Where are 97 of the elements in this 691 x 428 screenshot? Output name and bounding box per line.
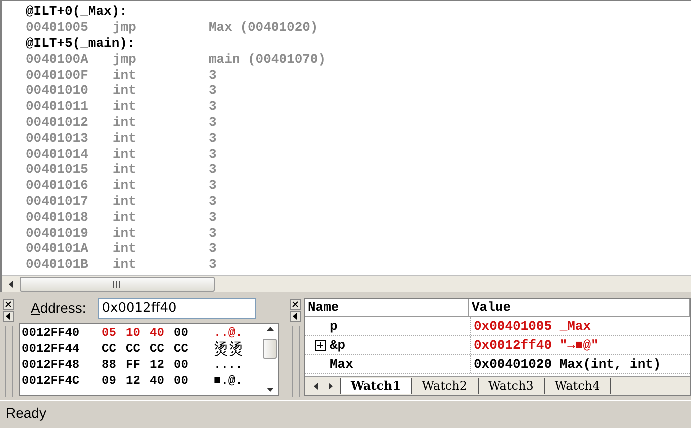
expand-icon[interactable] — [315, 340, 326, 350]
instruction-mnemonic: int — [113, 226, 138, 241]
instruction-mnemonic: jmp — [113, 52, 138, 67]
watch-tab[interactable]: Watch1 — [340, 378, 412, 394]
instruction-mnemonic: int — [113, 194, 138, 209]
memory-ascii: ..@. — [214, 326, 243, 340]
memory-address: 0012FF40 — [22, 326, 81, 340]
instruction-address: 0040101A — [26, 241, 90, 256]
instruction-address: 00401012 — [26, 114, 90, 130]
memory-ascii: ■.@. — [214, 374, 243, 388]
panel-grip[interactable] — [292, 326, 300, 397]
memory-byte: CC — [150, 342, 166, 356]
instruction-address: 0040100A — [26, 52, 90, 67]
instruction-address: 00401015 — [26, 162, 90, 178]
instruction-mnemonic: int — [113, 130, 138, 146]
watch-name: Max — [330, 356, 354, 372]
memory-ascii: 烫烫 — [214, 340, 244, 358]
instruction-address: 00401010 — [26, 83, 90, 98]
instruction-operand: 3 — [209, 83, 218, 98]
memory-byte: CC — [102, 342, 118, 356]
memory-byte: FF — [126, 358, 142, 372]
collapse-icon[interactable] — [3, 311, 14, 322]
instruction-address: 00401017 — [26, 194, 90, 209]
address-field[interactable]: 0x0012ff40 — [98, 298, 256, 318]
instruction-address: 00401013 — [26, 130, 90, 146]
instruction-mnemonic: int — [113, 162, 138, 178]
instruction-operand: 3 — [209, 210, 218, 225]
instruction-operand: 3 — [209, 162, 218, 178]
instruction-address: 00401011 — [26, 99, 90, 114]
memory-ascii: .... — [214, 358, 243, 372]
memory-byte: 40 — [150, 326, 166, 340]
instruction-address: 0040101B — [26, 257, 90, 272]
column-header[interactable]: Name — [305, 299, 469, 316]
memory-byte: 00 — [174, 326, 190, 340]
scrollbar-thumb[interactable] — [263, 339, 277, 359]
scroll-up-icon[interactable] — [266, 326, 274, 333]
memory-address: 0012FF48 — [22, 358, 81, 372]
instruction-operand: main (00401070) — [209, 52, 328, 67]
watch-value: 0x0012ff40 "→■@" — [474, 338, 599, 352]
instruction-mnemonic: jmp — [113, 20, 138, 36]
tab-right-icon[interactable] — [326, 382, 334, 390]
watch-name: &p — [330, 338, 346, 352]
instruction-operand: 3 — [209, 257, 218, 272]
memory-byte: 12 — [150, 358, 166, 372]
instruction-operand: 3 — [209, 146, 218, 162]
memory-byte: 10 — [126, 326, 142, 340]
instruction-operand: 3 — [209, 68, 218, 83]
function-label: @ILT+5(_main): — [26, 36, 136, 51]
watch-value: 0x00401020 Max(int, int) — [474, 356, 662, 372]
panel-grip[interactable] — [4, 326, 12, 397]
scroll-down-icon[interactable] — [266, 386, 274, 393]
close-icon[interactable] — [290, 299, 301, 310]
watch-name: p — [330, 318, 338, 334]
instruction-operand: 3 — [209, 130, 218, 146]
address-label: Address: — [31, 300, 86, 316]
column-header[interactable]: Value — [469, 299, 690, 316]
memory-byte: 00 — [174, 374, 190, 388]
tab-left-icon[interactable] — [312, 382, 320, 390]
status-text: Ready — [6, 405, 46, 421]
memory-address: 0012FF4C — [22, 374, 81, 388]
memory-byte: 05 — [102, 326, 118, 340]
instruction-mnemonic: int — [113, 241, 138, 256]
scroll-left-icon[interactable] — [8, 280, 14, 288]
watch-value: 0x00401005 _Max — [474, 318, 592, 334]
instruction-address: 00401019 — [26, 226, 90, 241]
scrollbar-thumb[interactable] — [20, 276, 215, 292]
instruction-mnemonic: int — [113, 99, 138, 114]
instruction-operand: 3 — [209, 99, 218, 114]
instruction-address: 0040100F — [26, 68, 90, 83]
instruction-mnemonic: int — [113, 257, 138, 272]
instruction-operand: 3 — [209, 194, 218, 209]
memory-address: 0012FF44 — [22, 342, 81, 356]
instruction-operand: Max (00401020) — [209, 20, 320, 36]
function-label: @ILT+0(_Max): — [26, 4, 128, 20]
instruction-mnemonic: int — [113, 68, 138, 83]
instruction-address: 00401014 — [26, 146, 90, 162]
instruction-mnemonic: int — [113, 146, 138, 162]
memory-byte: CC — [126, 342, 142, 356]
close-icon[interactable] — [3, 299, 14, 310]
memory-byte: 00 — [174, 358, 190, 372]
memory-byte: 88 — [102, 358, 118, 372]
memory-byte: 09 — [102, 374, 118, 388]
instruction-address: 00401018 — [26, 210, 90, 225]
instruction-mnemonic: int — [113, 210, 138, 225]
memory-byte: 40 — [150, 374, 166, 388]
instruction-mnemonic: int — [113, 83, 138, 98]
instruction-operand: 3 — [209, 114, 218, 130]
memory-byte: CC — [174, 342, 190, 356]
instruction-mnemonic: int — [113, 178, 138, 194]
collapse-icon[interactable] — [290, 311, 301, 322]
memory-byte: 12 — [126, 374, 142, 388]
instruction-operand: 3 — [209, 178, 218, 194]
instruction-address: 00401016 — [26, 178, 90, 194]
instruction-operand: 3 — [209, 226, 218, 241]
instruction-address: 00401005 — [26, 20, 90, 36]
instruction-mnemonic: int — [113, 114, 138, 130]
instruction-operand: 3 — [209, 241, 218, 256]
